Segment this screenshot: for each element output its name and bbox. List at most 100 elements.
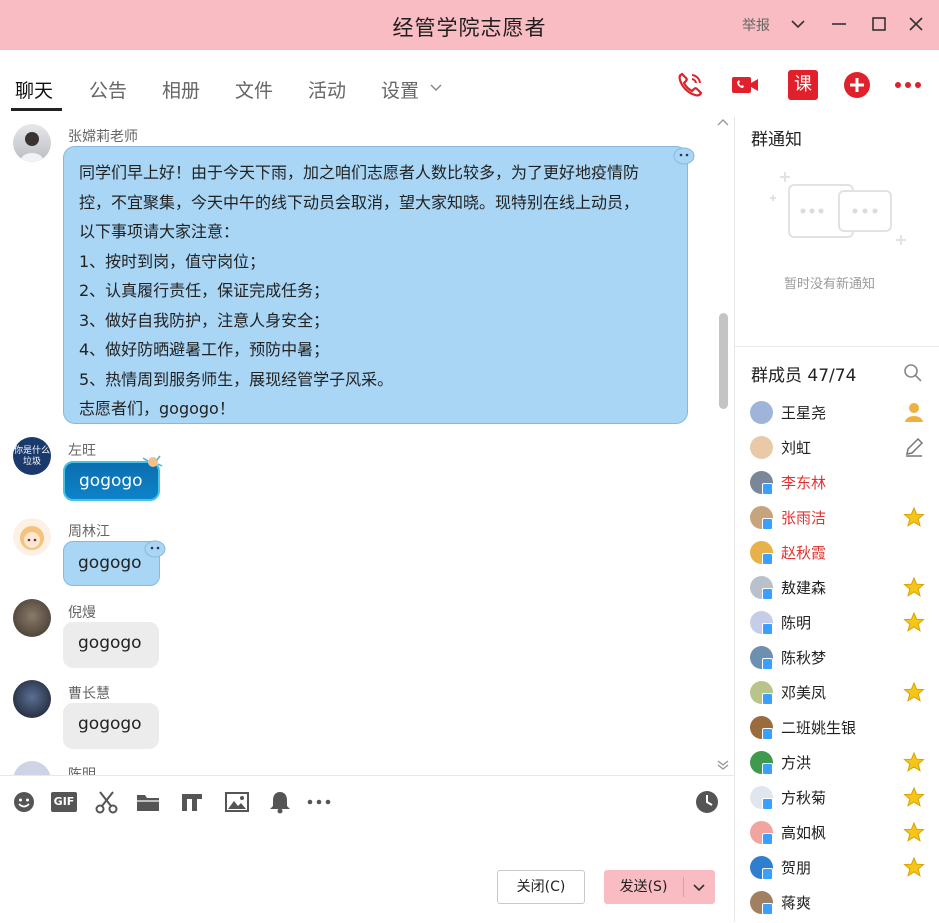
avatar[interactable]: [750, 401, 773, 424]
member-name: 王星尧: [781, 404, 827, 422]
gif-icon[interactable]: GIF: [51, 792, 77, 812]
message-line: 以下事项请大家注意：: [79, 222, 240, 241]
screenshot-icon[interactable]: [94, 790, 120, 814]
group-notice-heading: 群通知: [751, 130, 802, 150]
message-line: 控，不宜聚集，今天中午的线下动员会取消，望大家知晓。现特别在线上动员，: [79, 192, 640, 212]
phone-call-icon[interactable]: [675, 70, 705, 100]
member-name: 蒋爽: [781, 894, 812, 912]
message-line: 5、热情周到服务师生，展现经管学子风采。: [79, 369, 394, 389]
device-status-icon: [762, 833, 773, 845]
bubble-decoration-icon: [142, 455, 163, 467]
member-row[interactable]: 赵秋霞: [750, 538, 939, 573]
tab-chat[interactable]: 聊天: [15, 76, 53, 103]
folder-icon[interactable]: [135, 790, 161, 814]
video-call-icon[interactable]: [730, 70, 760, 100]
tab-files[interactable]: 文件: [235, 76, 273, 103]
member-row[interactable]: 王星尧: [750, 398, 939, 433]
message-composer[interactable]: GIF 关闭(C) 发送(S): [0, 775, 734, 922]
member-name: 张雨洁: [781, 509, 827, 527]
sender-name: 陈明: [68, 767, 96, 775]
tab-settings[interactable]: 设置: [381, 76, 419, 103]
device-status-icon: [762, 658, 773, 670]
member-row[interactable]: 邓美凤: [750, 678, 939, 713]
message-line: 2、认真履行责任，保证完成任务；: [79, 281, 330, 300]
edit-icon[interactable]: [903, 436, 925, 458]
avatar[interactable]: [13, 518, 51, 556]
avatar[interactable]: [13, 761, 51, 775]
empty-notice-illustration-icon: [770, 172, 906, 245]
member-count-heading: 群成员 47/74: [751, 366, 857, 386]
minimize-icon[interactable]: [827, 12, 851, 36]
bell-icon[interactable]: [267, 790, 293, 814]
member-row[interactable]: 方洪: [750, 748, 939, 783]
star-icon: [903, 751, 925, 772]
report-link[interactable]: 举报: [742, 15, 770, 35]
star-icon: [903, 786, 925, 807]
avatar[interactable]: [13, 599, 51, 637]
tab-album[interactable]: 相册: [162, 76, 200, 103]
tab-announcement[interactable]: 公告: [89, 76, 127, 103]
close-icon[interactable]: [904, 12, 928, 36]
avatar[interactable]: [13, 680, 51, 718]
device-status-icon: [762, 903, 773, 915]
message-line: 3、做好自我防护，注意人身安全；: [79, 310, 330, 330]
image-icon[interactable]: [224, 790, 250, 814]
member-row[interactable]: 蒋爽: [750, 888, 939, 923]
device-status-icon: [762, 553, 773, 565]
member-row[interactable]: 贺朋: [750, 853, 939, 888]
member-row[interactable]: 方秋菊: [750, 783, 939, 818]
member-row[interactable]: 张雨洁: [750, 503, 939, 538]
chevron-down-icon[interactable]: [786, 12, 810, 36]
message-line: 志愿者们，gogogo！: [79, 399, 235, 418]
chevron-down-icon[interactable]: [429, 81, 443, 95]
notice-empty-text: 暂时没有新通知: [784, 277, 876, 292]
add-app-icon[interactable]: [842, 70, 872, 100]
member-row[interactable]: 陈秋梦: [750, 643, 939, 678]
more-icon[interactable]: [893, 70, 923, 100]
more-icon[interactable]: [306, 790, 332, 814]
message-bubble[interactable]: gogogo: [63, 703, 159, 749]
font-icon[interactable]: [179, 790, 205, 814]
sender-name: 周林江: [68, 524, 110, 540]
device-status-icon: [762, 763, 773, 775]
chat-messages[interactable]: 张嫦莉老师 同学们早上好！由于今天下雨，加之咱们志愿者人数比较多，为了更好地疫情…: [0, 117, 734, 775]
avatar[interactable]: 你是什么 垃圾: [13, 437, 51, 475]
send-button[interactable]: 发送(S): [604, 870, 715, 904]
star-icon: [903, 821, 925, 842]
member-row[interactable]: 陈明: [750, 608, 939, 643]
sender-name: 倪熳: [68, 605, 96, 621]
tab-activity[interactable]: 活动: [308, 76, 346, 103]
member-name: 高如枫: [781, 824, 827, 842]
message-bubble[interactable]: 同学们早上好！由于今天下雨，加之咱们志愿者人数比较多，为了更好地疫情防 控，不宜…: [63, 146, 688, 424]
scroll-bottom-icon[interactable]: [716, 759, 730, 771]
member-name: 李东林: [781, 474, 827, 492]
class-icon[interactable]: 课: [788, 70, 818, 100]
member-row[interactable]: 高如枫: [750, 818, 939, 853]
history-icon[interactable]: [695, 790, 721, 814]
divider: [735, 346, 939, 347]
group-owner-icon: [905, 403, 923, 422]
member-row[interactable]: 刘虹: [750, 433, 939, 468]
maximize-icon[interactable]: [867, 12, 891, 36]
message-bubble[interactable]: gogogo: [63, 622, 159, 668]
device-status-icon: [762, 518, 773, 530]
chevron-down-icon[interactable]: [690, 878, 708, 896]
member-row[interactable]: 敖建森: [750, 573, 939, 608]
search-icon[interactable]: [903, 363, 923, 383]
star-icon: [903, 576, 925, 597]
close-button[interactable]: 关闭(C): [497, 870, 585, 904]
collapse-up-icon[interactable]: [716, 117, 730, 127]
device-status-icon: [762, 868, 773, 880]
member-row[interactable]: 李东林: [750, 468, 939, 503]
device-status-icon: [762, 588, 773, 600]
active-tab-indicator: [11, 108, 62, 111]
member-row[interactable]: 二班姚生银: [750, 713, 939, 748]
star-icon: [903, 856, 925, 877]
chat-scrollbar[interactable]: [719, 313, 728, 409]
member-name: 陈秋梦: [781, 649, 827, 667]
avatar[interactable]: [13, 124, 51, 162]
member-name: 方洪: [781, 754, 812, 772]
avatar[interactable]: [750, 436, 773, 459]
bubble-decoration-icon: [673, 147, 695, 165]
emoji-icon[interactable]: [12, 790, 38, 814]
